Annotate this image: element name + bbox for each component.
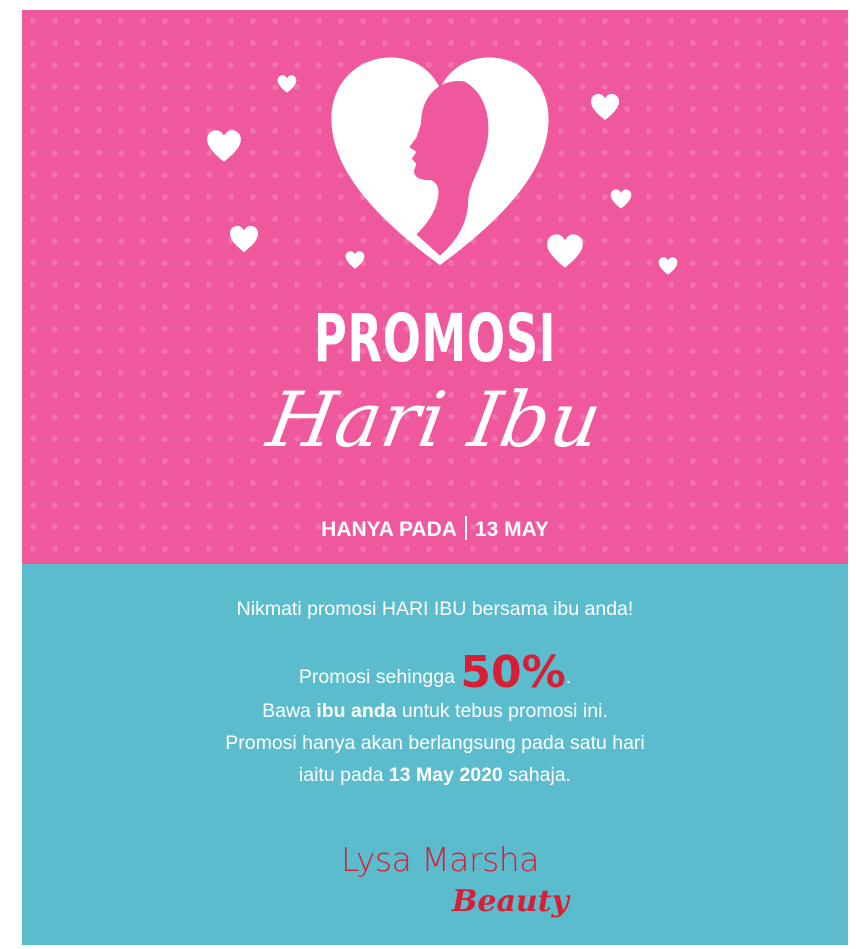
heart-icon bbox=[658, 257, 678, 275]
promo-prefix: Promosi sehingga bbox=[298, 666, 461, 688]
iaitu-suffix: sahaja. bbox=[502, 764, 572, 786]
heart-icon bbox=[207, 130, 241, 162]
heart-icon bbox=[547, 234, 583, 268]
promo-suffix: . bbox=[565, 666, 572, 688]
one-day-line: Promosi hanya akan berlangsung pada satu… bbox=[225, 732, 645, 754]
tagline: Nikmati promosi HARI IBU bersama ibu and… bbox=[236, 598, 634, 620]
date-detail-line: iaitu pada 13 May 2020 sahaja. bbox=[22, 764, 848, 787]
heart-icon bbox=[229, 225, 259, 253]
bawa-bold: ibu anda bbox=[316, 700, 397, 722]
date-line: HANYA PADA 13 MAY bbox=[22, 516, 848, 542]
date-prefix: HANYA PADA bbox=[321, 518, 457, 541]
brand-beauty: Beauty bbox=[452, 884, 569, 919]
iaitu-prefix: iaitu pada bbox=[298, 764, 389, 786]
bawa-prefix: Bawa bbox=[262, 700, 317, 722]
heart-icon bbox=[610, 189, 632, 209]
iaitu-bold: 13 May 2020 bbox=[388, 764, 503, 786]
heart-icon bbox=[345, 251, 365, 269]
date-value: 13 MAY bbox=[474, 518, 549, 541]
heart-icon bbox=[277, 75, 297, 93]
brand-name: Lysa Marsha bbox=[341, 840, 539, 879]
pink-header-section: PROMOSI Hari Ibu HANYA PADA 13 MAY bbox=[22, 10, 848, 564]
discount-value: 50% bbox=[460, 647, 566, 698]
divider bbox=[464, 516, 467, 541]
bring-mother-line: Bawa ibu anda untuk tebus promosi ini. bbox=[22, 700, 848, 723]
promo-title: PROMOSI bbox=[313, 300, 557, 377]
promo-line: Promosi sehingga 50%. bbox=[22, 647, 848, 700]
hari-ibu-script-title: Hari Ibu bbox=[261, 375, 609, 464]
promo-poster: PROMOSI Hari Ibu HANYA PADA 13 MAY Nikmat… bbox=[22, 10, 848, 945]
heart-woman-silhouette-icon bbox=[331, 57, 549, 266]
bawa-suffix: untuk tebus promosi ini. bbox=[396, 700, 608, 722]
heart-icon bbox=[590, 93, 620, 121]
